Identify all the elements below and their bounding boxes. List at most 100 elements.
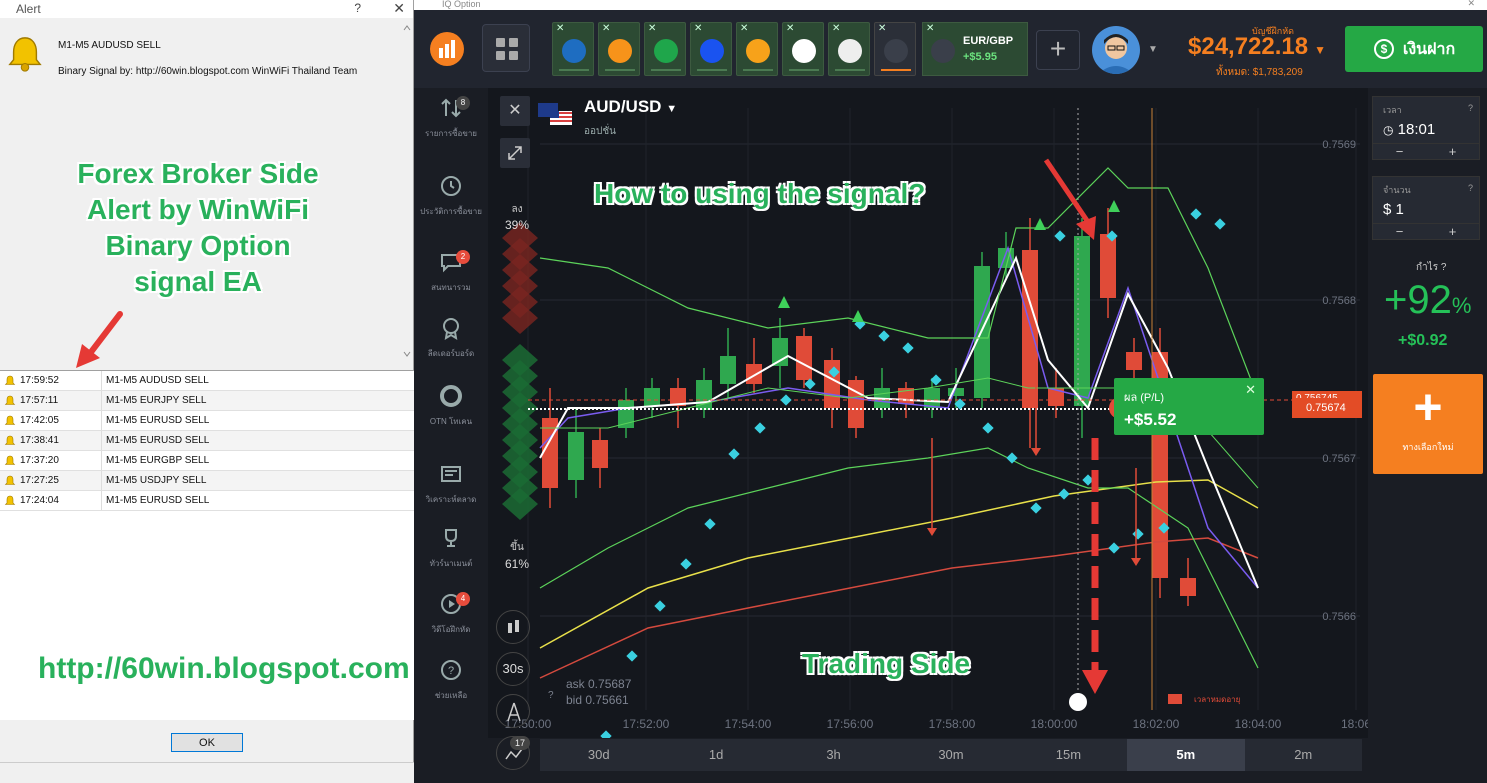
close-icon[interactable]: ✕ bbox=[786, 23, 794, 34]
asset-tab-dash[interactable]: ✕ bbox=[828, 22, 870, 76]
deposit-button[interactable]: $ เงินฝาก bbox=[1345, 26, 1483, 72]
amount-minus-button[interactable]: − bbox=[1396, 224, 1404, 239]
candle-body bbox=[568, 432, 584, 480]
list-item[interactable]: 17:24:04 M1-M5 EURUSD SELL bbox=[0, 491, 414, 511]
help-button[interactable]: ? bbox=[354, 1, 361, 15]
drawing-tools-icon[interactable] bbox=[496, 694, 530, 728]
ripple-icon bbox=[562, 39, 586, 63]
sidebar-item-tournament[interactable]: ทัวร์นาเมนต์ bbox=[414, 526, 488, 569]
help-icon: ? bbox=[548, 690, 554, 701]
timeframe-option[interactable]: 15m bbox=[1010, 739, 1127, 771]
chevron-down-icon[interactable]: ▼ bbox=[1148, 44, 1158, 55]
list-item[interactable]: 17:27:25 M1-M5 USDJPY SELL bbox=[0, 471, 414, 491]
candle-body bbox=[644, 388, 660, 406]
price-tick-label: 0.7567 bbox=[1322, 453, 1356, 465]
close-icon[interactable]: ✕ bbox=[556, 23, 564, 34]
sidebar-item-video[interactable]: 4 วิดีโอฝึกหัด bbox=[414, 592, 488, 635]
broker-side-overlay: Forex Broker Side Alert by WinWiFi Binar… bbox=[58, 156, 338, 300]
ethereum-icon bbox=[792, 39, 816, 63]
asset-tab-omg[interactable]: ✕ bbox=[690, 22, 732, 76]
amount-selector[interactable]: จำนวน ? $ 1 − + bbox=[1372, 176, 1480, 240]
timeframe-option[interactable]: 1d bbox=[657, 739, 774, 771]
pl-popup: ผล (P/L) +$5.52 ✕ bbox=[1114, 378, 1264, 435]
emerald-icon bbox=[654, 39, 678, 63]
close-icon[interactable]: ✕ bbox=[740, 23, 748, 34]
scrollbar[interactable] bbox=[401, 22, 413, 362]
indicator-count-badge: 17 bbox=[510, 736, 530, 750]
avatar-face bbox=[1098, 34, 1134, 74]
bell-icon bbox=[4, 495, 16, 505]
balance-value[interactable]: $24,722.18 ▼ bbox=[1188, 33, 1326, 61]
close-icon[interactable]: ✕ bbox=[1245, 382, 1256, 398]
asset-tab-ripple[interactable]: ✕ bbox=[552, 22, 594, 76]
sidebar-item-trades[interactable]: 8 รายการซื้อขาย bbox=[414, 96, 488, 139]
alert-message-signal: M1-M5 AUDUSD SELL bbox=[58, 40, 161, 51]
close-button[interactable]: ✕ bbox=[393, 0, 405, 17]
list-item[interactable]: 17:37:20 M1-M5 EURGBP SELL bbox=[0, 451, 414, 471]
chart-type-icon[interactable] bbox=[496, 610, 530, 644]
close-chart-button[interactable]: ✕ bbox=[500, 96, 530, 126]
info-icon[interactable]: ? bbox=[1441, 262, 1447, 273]
collapse-icon[interactable] bbox=[500, 138, 530, 168]
logo-icon[interactable] bbox=[430, 32, 464, 66]
time-selector[interactable]: เวลา ? ◷ 18:01 − + bbox=[1372, 96, 1480, 160]
close-icon[interactable]: ✕ bbox=[648, 23, 656, 34]
overlay-line: Alert by WinWiFi bbox=[87, 194, 309, 225]
close-icon[interactable]: ✕ bbox=[694, 23, 702, 34]
asset-tab-bitcoin-cash[interactable]: ✕ bbox=[736, 22, 778, 76]
timeframe-option[interactable]: 30m bbox=[892, 739, 1009, 771]
amount-plus-button[interactable]: + bbox=[1449, 224, 1457, 239]
timeframe-option[interactable]: 3h bbox=[775, 739, 892, 771]
price-tick-label: 0.7568 bbox=[1322, 295, 1356, 307]
timeframe-option[interactable]: 2m bbox=[1245, 739, 1362, 771]
left-sidebar: 8 รายการซื้อขาย ประวัติการซื้อขาย 2 สนทน… bbox=[414, 88, 488, 783]
list-item[interactable]: 17:57:11 M1-M5 EURJPY SELL bbox=[0, 391, 414, 411]
current-price-label: 0.75674 bbox=[1292, 398, 1362, 418]
balance-amount: $24,722.18 bbox=[1188, 33, 1309, 60]
apps-grid-icon[interactable] bbox=[482, 24, 530, 72]
trophy-icon bbox=[445, 529, 457, 547]
close-icon[interactable]: ✕ bbox=[832, 23, 840, 34]
asset-tab-ethereum[interactable]: ✕ bbox=[782, 22, 824, 76]
overlay-line: Binary Option bbox=[105, 230, 291, 261]
ok-button[interactable]: OK bbox=[171, 733, 243, 752]
sidebar-item-label: สนทนารวม bbox=[431, 283, 471, 292]
info-icon[interactable]: ? bbox=[1468, 183, 1473, 193]
flag-shape bbox=[538, 103, 572, 125]
list-item[interactable]: 17:59:52 M1-M5 AUDUSD SELL bbox=[0, 371, 414, 391]
time-label: เวลา bbox=[1383, 105, 1402, 115]
sidebar-item-leaderboard[interactable]: ลีดเดอร์บอร์ด bbox=[414, 316, 488, 359]
sidebar-item-analysis[interactable]: วิเคราะห์ตลาด bbox=[414, 462, 488, 505]
candle-body bbox=[824, 360, 840, 408]
svg-text:?: ? bbox=[448, 665, 454, 677]
sidebar-item-chat[interactable]: 2 สนทนารวม bbox=[414, 250, 488, 293]
close-icon[interactable]: ✕ bbox=[926, 23, 934, 34]
amount-value: $ 1 bbox=[1383, 201, 1404, 218]
close-icon[interactable]: ✕ bbox=[602, 23, 610, 34]
time-plus-button[interactable]: + bbox=[1449, 144, 1457, 159]
timeframe-option[interactable]: 30d bbox=[540, 739, 657, 771]
asset-tab-emerald[interactable]: ✕ bbox=[644, 22, 686, 76]
app-close-button[interactable]: ✕ bbox=[1467, 0, 1475, 9]
asset-tab-flag[interactable]: ✕ bbox=[874, 22, 916, 76]
list-item[interactable]: 17:42:05 M1-M5 EURUSD SELL bbox=[0, 411, 414, 431]
url-overlay: http://60win.blogspot.com bbox=[38, 652, 410, 685]
alert-time: 17:59:52 bbox=[20, 375, 59, 386]
expiry-label: เวลาหมดอายุ bbox=[1194, 695, 1240, 704]
add-asset-button[interactable]: + bbox=[1036, 30, 1080, 70]
sidebar-item-history[interactable]: ประวัติการซื้อขาย bbox=[414, 174, 488, 217]
new-option-button[interactable]: + ทางเลือกใหม่ bbox=[1373, 374, 1483, 474]
time-minus-button[interactable]: − bbox=[1396, 144, 1404, 159]
avatar[interactable] bbox=[1092, 26, 1140, 74]
asset-tab-eurgbp[interactable]: ✕ EUR/GBP +$5.95 bbox=[922, 22, 1028, 76]
flag-icon bbox=[931, 39, 955, 63]
sidebar-item-otn[interactable]: OTN โทเคน bbox=[414, 384, 488, 427]
info-icon[interactable]: ? bbox=[1468, 103, 1473, 113]
timeframe-option-selected[interactable]: 5m bbox=[1127, 739, 1245, 771]
sidebar-item-help[interactable]: ? ช่วยเหลือ bbox=[414, 658, 488, 701]
asset-tab-bitcoin[interactable]: ✕ bbox=[598, 22, 640, 76]
close-icon[interactable]: ✕ bbox=[878, 23, 886, 34]
interval-button[interactable]: 30s bbox=[496, 652, 530, 686]
list-item[interactable]: 17:38:41 M1-M5 EURUSD SELL bbox=[0, 431, 414, 451]
instrument-selector[interactable]: AUD/USD ▼ bbox=[584, 97, 677, 117]
